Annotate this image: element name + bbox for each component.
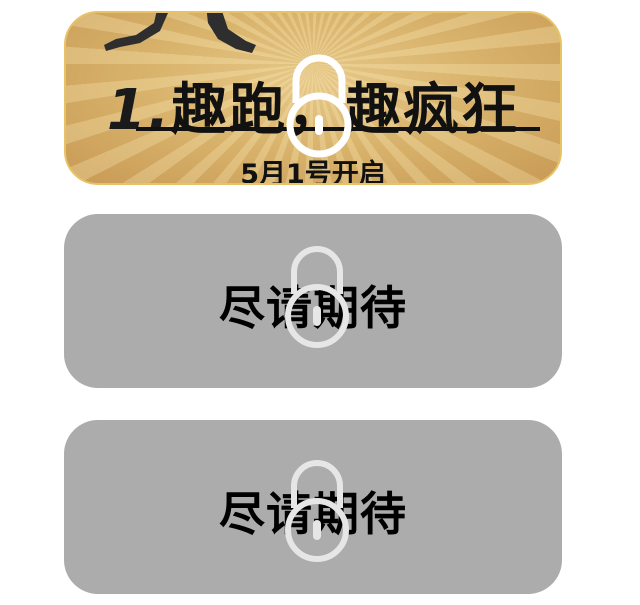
level-card-3[interactable]: 尽请期待 bbox=[64, 420, 562, 594]
level-card-1[interactable]: 1.趣跑，趣疯狂 5月1号开启 bbox=[64, 11, 562, 185]
level-card-2[interactable]: 尽请期待 bbox=[64, 214, 562, 388]
lock-icon bbox=[285, 246, 349, 348]
lock-icon bbox=[285, 460, 349, 562]
level-number: 1. bbox=[106, 78, 172, 143]
level-list: 1.趣跑，趣疯狂 5月1号开启 尽请期待 尽请期待 bbox=[0, 0, 640, 605]
lock-icon bbox=[286, 54, 352, 158]
